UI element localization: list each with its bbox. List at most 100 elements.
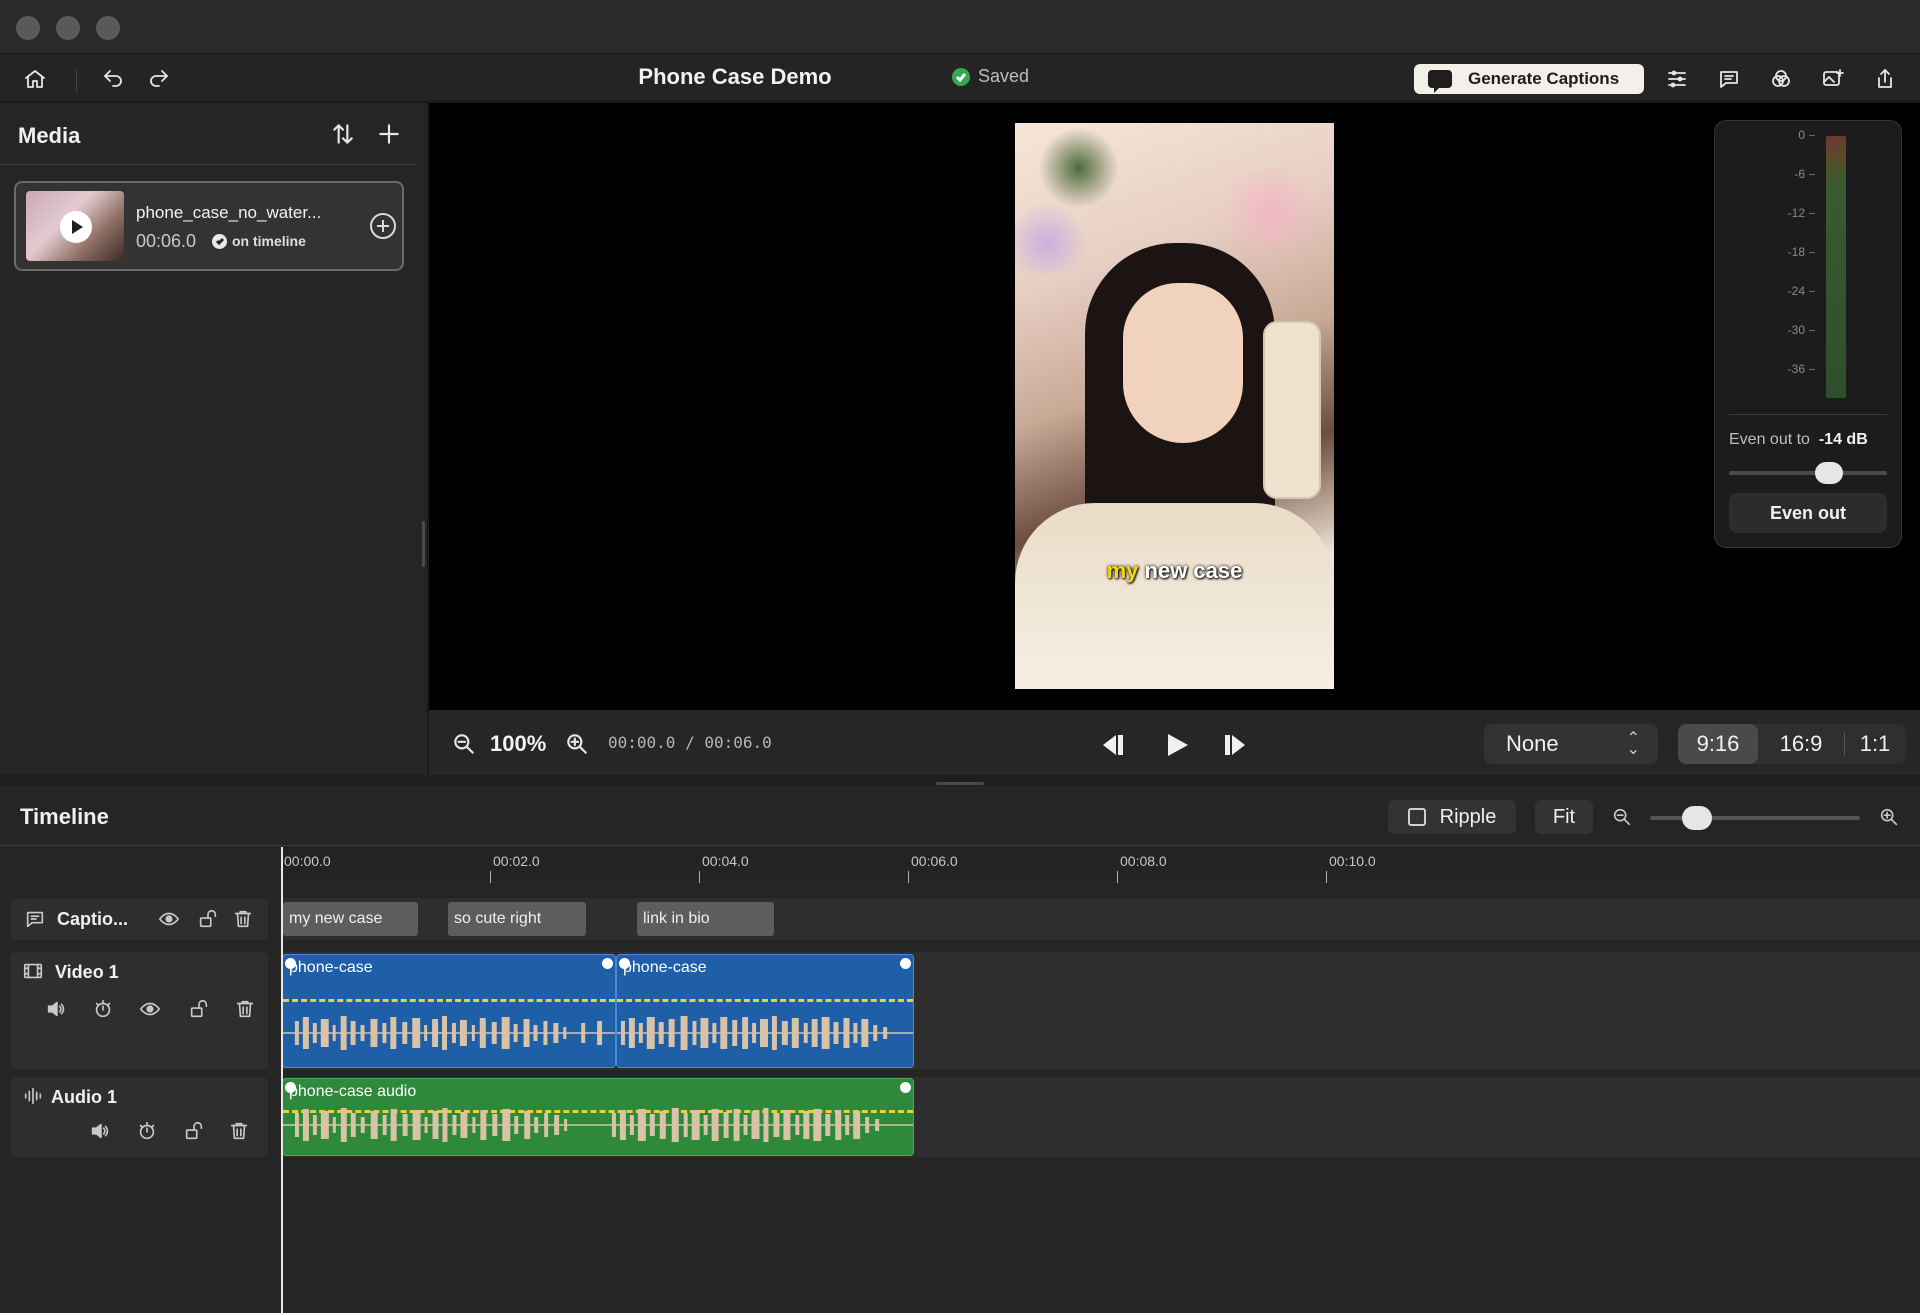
caption-clip[interactable]: so cute right — [448, 902, 586, 936]
media-item-duration: 00:06.0 — [136, 231, 197, 251]
video-clip[interactable]: phone-case — [616, 954, 914, 1068]
add-media-icon[interactable] — [374, 119, 404, 149]
ripple-button[interactable]: Ripple — [1388, 800, 1516, 834]
save-status: Saved — [952, 66, 1029, 87]
fade-in-handle[interactable] — [285, 958, 296, 969]
loudness-slider-knob[interactable] — [1815, 462, 1843, 484]
fade-out-handle[interactable] — [900, 958, 911, 969]
preset-select-value: None — [1506, 731, 1559, 756]
volume-icon[interactable] — [87, 1118, 113, 1144]
video-subject-phone — [1263, 321, 1321, 499]
close-window-button[interactable] — [16, 16, 40, 40]
video-clip[interactable]: phone-case — [282, 954, 616, 1068]
media-panel: Media phone_case_no_water... 00:06.0 on … — [0, 103, 428, 775]
unlock-icon[interactable] — [195, 906, 221, 932]
caption-clip[interactable]: my new case — [283, 902, 418, 936]
zoom-out-icon[interactable] — [449, 729, 479, 759]
even-out-button[interactable]: Even out — [1729, 493, 1887, 533]
panel-resize-handle[interactable] — [422, 521, 425, 567]
caption-overlay[interactable]: my new case — [1015, 558, 1334, 584]
step-back-icon[interactable] — [1096, 730, 1130, 760]
unlock-icon[interactable] — [181, 1118, 207, 1144]
sort-icon[interactable] — [328, 119, 358, 149]
timeline-ruler[interactable]: 00:00.0 00:02.0 00:04.0 00:06.0 00:08.0 … — [282, 847, 1920, 883]
audio-clip[interactable]: phone-case audio — [282, 1078, 914, 1156]
media-header: Media — [0, 103, 418, 165]
loudness-slider[interactable] — [1729, 462, 1887, 484]
trash-icon[interactable] — [230, 906, 256, 932]
film-icon — [20, 958, 46, 984]
volume-line[interactable] — [617, 999, 913, 1002]
trash-icon[interactable] — [226, 1118, 252, 1144]
comment-icon[interactable] — [1714, 64, 1744, 94]
redo-icon[interactable] — [144, 64, 174, 94]
aspect-ratio-toggle: 9:16 16:9 1:1 — [1678, 724, 1906, 764]
media-item-name: phone_case_no_water... — [136, 203, 322, 222]
video-track-name: Video 1 — [55, 962, 119, 982]
zoom-in-icon[interactable] — [562, 729, 592, 759]
project-title[interactable]: Phone Case Demo — [580, 64, 890, 90]
add-image-icon[interactable] — [1818, 64, 1848, 94]
play-icon[interactable] — [1160, 730, 1194, 760]
meter-divider — [1729, 414, 1887, 415]
video-clip-label: phone-case — [623, 959, 707, 976]
timeline-resize-handle[interactable] — [936, 782, 984, 785]
volume-line[interactable] — [283, 999, 615, 1002]
media-item[interactable]: phone_case_no_water... 00:06.0 on timeli… — [14, 181, 404, 271]
save-status-label: Saved — [978, 66, 1030, 86]
minimize-window-button[interactable] — [56, 16, 80, 40]
fade-out-handle[interactable] — [602, 958, 613, 969]
speed-icon[interactable] — [134, 1118, 160, 1144]
media-item-status: on timeline — [212, 233, 306, 249]
video-subject-face — [1123, 283, 1243, 443]
ruler-label: 00:00.0 — [284, 853, 331, 869]
ruler-tick — [1117, 871, 1118, 883]
level-meter-bar — [1826, 136, 1846, 398]
eye-icon[interactable] — [156, 906, 182, 932]
ripple-icon — [1407, 808, 1426, 826]
media-thumbnail — [26, 191, 124, 261]
even-out-label: Even out to -14 dB — [1729, 431, 1868, 449]
audio-track-header: Audio 1 — [10, 1077, 268, 1157]
toolbar-divider — [76, 70, 77, 92]
aspect-9-16-button[interactable]: 9:16 — [1678, 724, 1758, 764]
add-to-timeline-icon[interactable] — [370, 213, 396, 239]
trash-icon[interactable] — [232, 996, 258, 1022]
fit-button[interactable]: Fit — [1535, 800, 1593, 834]
timeline-zoom-in-icon[interactable] — [1876, 804, 1902, 830]
sliders-icon[interactable] — [1662, 64, 1692, 94]
video-frame[interactable]: my new case — [1015, 123, 1334, 689]
zoom-window-button[interactable] — [96, 16, 120, 40]
fade-in-handle[interactable] — [285, 1082, 296, 1093]
fade-in-handle[interactable] — [619, 958, 630, 969]
even-out-text: Even out to — [1729, 431, 1810, 448]
playhead[interactable] — [281, 847, 283, 1313]
color-icon[interactable] — [1766, 64, 1796, 94]
ruler-label: 00:10.0 — [1329, 853, 1376, 869]
timeline-title: Timeline — [20, 804, 109, 829]
audio-waveform — [283, 1108, 913, 1142]
timeline-zoom-slider[interactable] — [1650, 806, 1860, 830]
step-forward-icon[interactable] — [1220, 730, 1254, 760]
timeline-header: Timeline Ripple Fit — [0, 786, 1920, 846]
unlock-icon[interactable] — [186, 996, 212, 1022]
aspect-1-1-button[interactable]: 1:1 — [1845, 724, 1905, 764]
eye-icon[interactable] — [137, 996, 163, 1022]
chevron-updown-icon: ⌃ ⌄ — [1626, 730, 1640, 758]
undo-icon[interactable] — [98, 64, 128, 94]
generate-captions-button[interactable]: Generate Captions — [1414, 64, 1644, 94]
timeline-panel: Timeline Ripple Fit 00:00.0 00:02.0 00:0… — [0, 786, 1920, 1313]
home-icon[interactable] — [20, 64, 50, 94]
aspect-16-9-button[interactable]: 16:9 — [1758, 724, 1844, 764]
fade-out-handle[interactable] — [900, 1082, 911, 1093]
meter-tick: 0 — [1765, 128, 1815, 142]
speed-icon[interactable] — [90, 996, 116, 1022]
preset-select[interactable]: None ⌃ ⌄ — [1484, 724, 1658, 764]
caption-bubble-icon — [1428, 70, 1452, 93]
play-icon[interactable] — [60, 211, 92, 243]
timeline-zoom-knob[interactable] — [1682, 806, 1712, 830]
volume-icon[interactable] — [43, 996, 69, 1022]
timeline-zoom-out-icon[interactable] — [1609, 804, 1635, 830]
caption-clip[interactable]: link in bio — [637, 902, 774, 936]
share-icon[interactable] — [1870, 64, 1900, 94]
